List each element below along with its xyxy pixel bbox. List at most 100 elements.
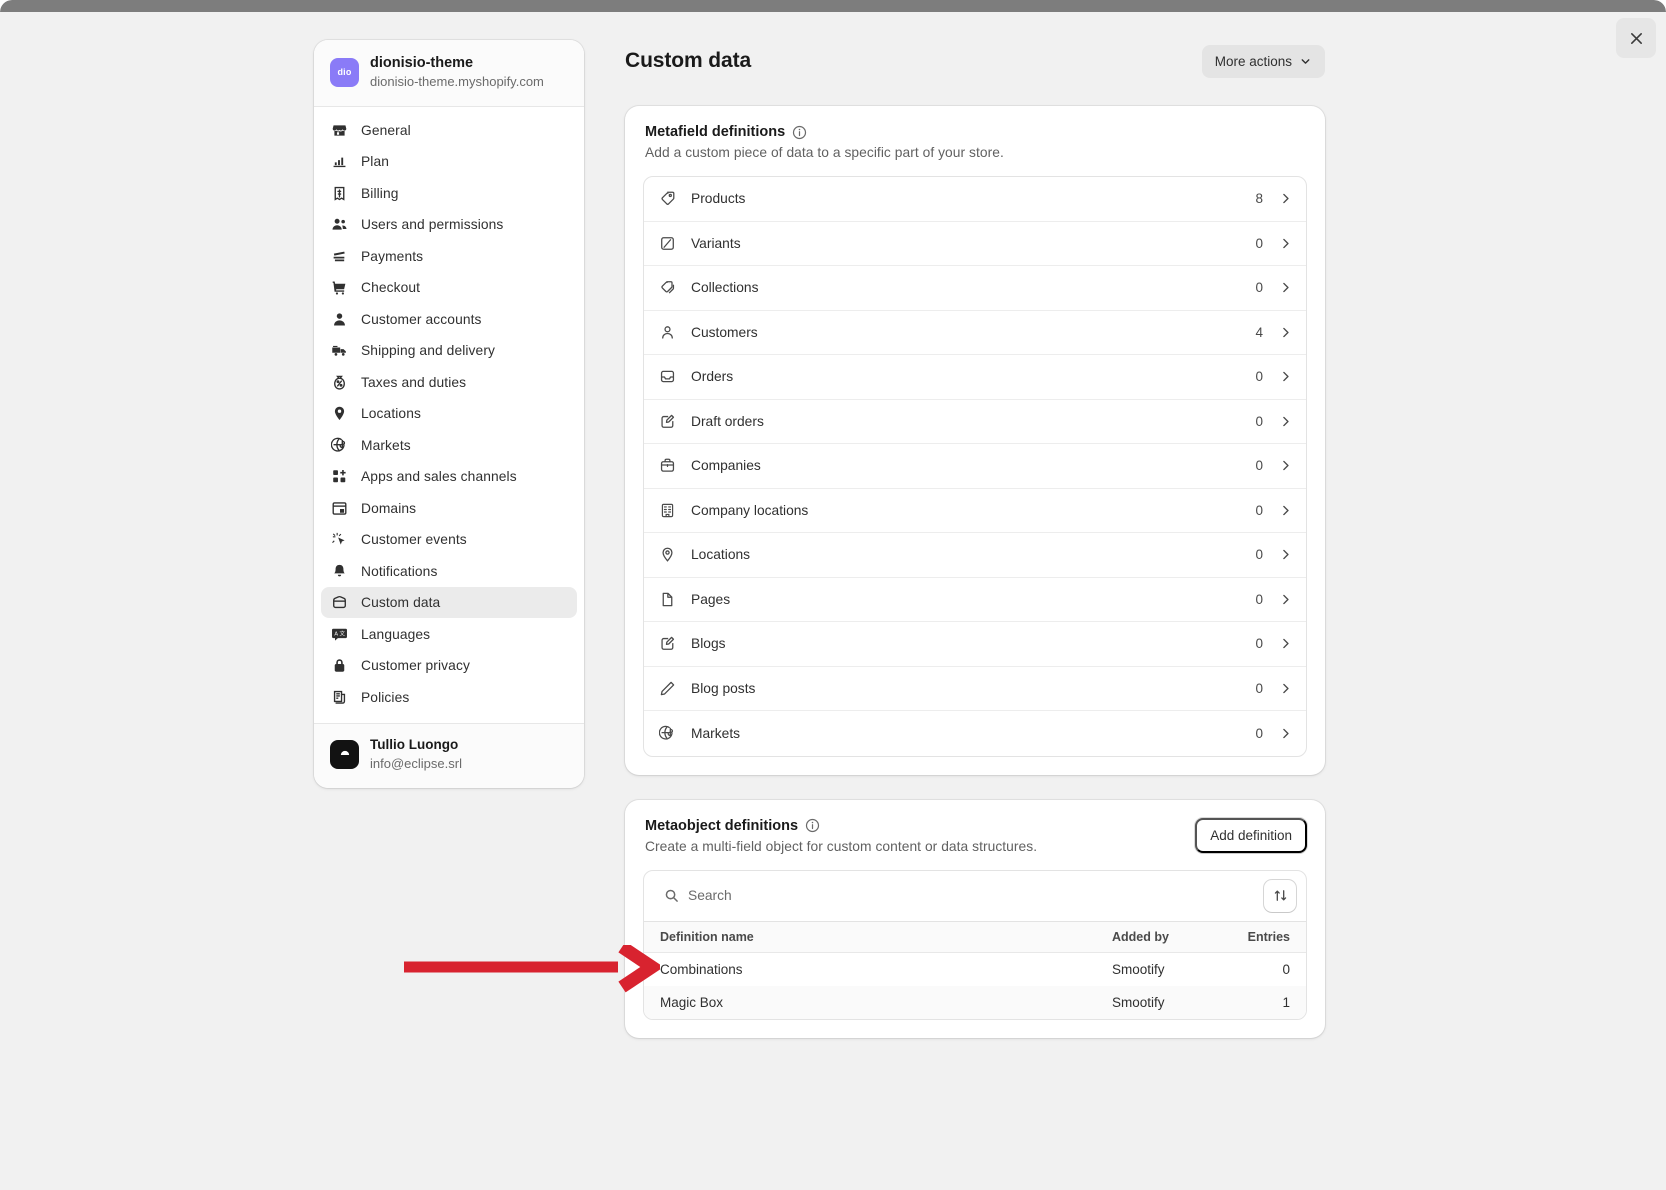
chevron-right-icon — [1279, 459, 1292, 472]
lock-icon — [330, 656, 349, 675]
search-input[interactable] — [688, 888, 1244, 903]
metaobject-card-subtitle: Create a multi-field object for custom c… — [645, 839, 1037, 854]
metafield-row-companies[interactable]: Companies 0 — [644, 444, 1306, 489]
more-actions-button[interactable]: More actions — [1202, 45, 1325, 78]
language-icon: A文 — [330, 625, 349, 644]
sidebar-item-custom-data[interactable]: Custom data — [321, 587, 577, 618]
policies-icon — [330, 688, 349, 707]
metafield-row-count: 0 — [1255, 236, 1263, 251]
pin-icon — [330, 404, 349, 423]
receipt-icon — [330, 184, 349, 203]
metafield-row-orders[interactable]: Orders 0 — [644, 355, 1306, 400]
person-icon — [330, 310, 349, 329]
sidebar-item-label: Plan — [361, 154, 389, 169]
variant-icon — [659, 234, 677, 252]
add-definition-button[interactable]: Add definition — [1195, 818, 1307, 853]
metafield-row-blogs[interactable]: Blogs 0 — [644, 622, 1306, 667]
sidebar-item-users-and-permissions[interactable]: Users and permissions — [321, 209, 577, 240]
store-header[interactable]: dio dionisio-theme dionisio-theme.myshop… — [314, 40, 584, 107]
store-avatar: dio — [330, 58, 359, 87]
metafield-row-variants[interactable]: Variants 0 — [644, 222, 1306, 267]
annotation-arrow — [400, 945, 660, 1005]
sidebar-item-domains[interactable]: Domains — [321, 493, 577, 524]
metafield-card-header: Metafield definitions Add a custom piece… — [643, 124, 1307, 160]
sidebar-item-customer-events[interactable]: Customer events — [321, 524, 577, 555]
table-row[interactable]: Combinations Smootify 0 — [644, 953, 1306, 986]
sidebar-item-label: Billing — [361, 186, 399, 201]
info-icon — [805, 818, 820, 833]
chevron-right-icon — [1279, 192, 1292, 205]
truck-icon — [330, 341, 349, 360]
metafield-row-label: Pages — [691, 592, 1255, 607]
globe-icon — [330, 436, 349, 455]
user-footer[interactable]: Tullio Luongo info@eclipse.srl — [314, 723, 584, 787]
metafield-row-label: Orders — [691, 369, 1255, 384]
sidebar-item-label: Locations — [361, 406, 421, 421]
cursor-icon — [330, 530, 349, 549]
close-icon[interactable] — [1616, 18, 1656, 58]
sidebar-item-payments[interactable]: Payments — [321, 241, 577, 272]
sort-button[interactable] — [1264, 880, 1296, 912]
sidebar-item-notifications[interactable]: Notifications — [321, 556, 577, 587]
metafield-row-customers[interactable]: Customers 4 — [644, 311, 1306, 356]
collection-icon — [659, 279, 677, 297]
sidebar-item-checkout[interactable]: Checkout — [321, 272, 577, 303]
metafield-row-label: Variants — [691, 236, 1255, 251]
metafield-row-count: 0 — [1255, 280, 1263, 295]
avatar — [330, 740, 359, 769]
metafield-row-count: 0 — [1255, 726, 1263, 741]
search-field[interactable] — [654, 881, 1254, 910]
metaobject-title-text: Metaobject definitions — [645, 818, 798, 834]
chevron-right-icon — [1279, 637, 1292, 650]
metaobject-card-title: Metaobject definitions — [645, 818, 1037, 834]
sidebar-item-customer-accounts[interactable]: Customer accounts — [321, 304, 577, 335]
sidebar-item-customer-privacy[interactable]: Customer privacy — [321, 650, 577, 681]
metafield-row-pages[interactable]: Pages 0 — [644, 578, 1306, 623]
search-bar — [644, 871, 1306, 922]
metafield-row-locations[interactable]: Locations 0 — [644, 533, 1306, 578]
order-icon — [659, 368, 677, 386]
sidebar-item-locations[interactable]: Locations — [321, 398, 577, 429]
domain-icon — [330, 499, 349, 518]
metafield-title-text: Metafield definitions — [645, 124, 785, 140]
sidebar-item-billing[interactable]: Billing — [321, 178, 577, 209]
metafield-row-label: Blog posts — [691, 681, 1255, 696]
store-name: dionisio-theme — [370, 54, 544, 72]
sidebar-item-plan[interactable]: Plan — [321, 146, 577, 177]
metafield-row-label: Locations — [691, 547, 1255, 562]
sidebar-item-apps-and-sales-channels[interactable]: Apps and sales channels — [321, 461, 577, 492]
metafield-row-company-locations[interactable]: Company locations 0 — [644, 489, 1306, 534]
metafield-row-draft-orders[interactable]: Draft orders 0 — [644, 400, 1306, 445]
metafield-row-collections[interactable]: Collections 0 — [644, 266, 1306, 311]
metafield-row-count: 4 — [1255, 325, 1263, 340]
pin-icon — [659, 546, 677, 564]
settings-sidebar: dio dionisio-theme dionisio-theme.myshop… — [314, 40, 584, 788]
sidebar-item-label: Users and permissions — [361, 217, 503, 232]
sidebar-item-label: Markets — [361, 438, 411, 453]
sidebar-item-shipping-and-delivery[interactable]: Shipping and delivery — [321, 335, 577, 366]
sidebar-item-label: Domains — [361, 501, 416, 516]
metafield-row-products[interactable]: Products 8 — [644, 177, 1306, 222]
page-header: Custom data More actions — [625, 40, 1325, 82]
metaobject-definitions-card: Metaobject definitions Create a multi-fi… — [625, 800, 1325, 1038]
sidebar-item-taxes-and-duties[interactable]: Taxes and duties — [321, 367, 577, 398]
sidebar-item-general[interactable]: General — [321, 115, 577, 146]
sidebar-item-languages[interactable]: A文 Languages — [321, 619, 577, 650]
table-row[interactable]: Magic Box Smootify 1 — [644, 986, 1306, 1019]
chevron-right-icon — [1279, 727, 1292, 740]
sidebar-item-markets[interactable]: Markets — [321, 430, 577, 461]
metafield-row-count: 0 — [1255, 681, 1263, 696]
chevron-right-icon — [1279, 370, 1292, 383]
user-email: info@eclipse.srl — [370, 755, 462, 773]
metafield-row-markets[interactable]: Markets 0 — [644, 711, 1306, 756]
metafield-row-count: 0 — [1255, 503, 1263, 518]
sidebar-nav: General Plan Billing Users and permissio… — [314, 107, 584, 724]
window-top-bar — [0, 0, 1666, 12]
metafield-row-blog-posts[interactable]: Blog posts 0 — [644, 667, 1306, 712]
sidebar-item-label: Taxes and duties — [361, 375, 466, 390]
sidebar-item-policies[interactable]: Policies — [321, 682, 577, 713]
person-icon — [659, 323, 677, 341]
user-name: Tullio Luongo — [370, 737, 462, 754]
sidebar-item-label: General — [361, 123, 411, 138]
metafield-row-label: Collections — [691, 280, 1255, 295]
